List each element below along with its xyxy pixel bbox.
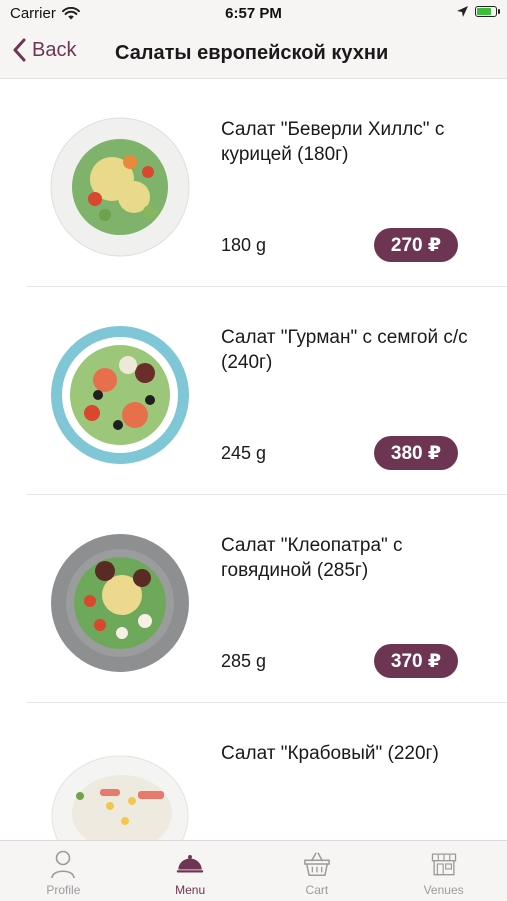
- person-icon: [51, 850, 76, 879]
- salad-image: [51, 326, 189, 464]
- list-item[interactable]: Салат "Гурман" с семгой с/с (240г) 245 g…: [0, 287, 507, 495]
- list-item[interactable]: Салат "Беверли Хиллс" с курицей (180г) 1…: [0, 79, 507, 287]
- item-name: Салат "Крабовый" (220г): [221, 743, 439, 764]
- product-list[interactable]: Салат "Беверли Хиллс" с курицей (180г) 1…: [0, 79, 507, 840]
- tab-label: Menu: [175, 883, 206, 897]
- item-name: Салат "Гурман" с семгой с/с (240г): [221, 327, 468, 373]
- battery-fill: [477, 8, 492, 15]
- page-title: Салаты европейской кухни: [115, 42, 389, 64]
- item-name: Салат "Клеопатра" с говядиной (285г): [221, 535, 403, 581]
- location-arrow-icon: [457, 6, 468, 17]
- tab-profile[interactable]: Profile: [0, 841, 127, 901]
- list-item[interactable]: Салат "Клеопатра" с говядиной (285г) 285…: [0, 495, 507, 703]
- salad-image: [51, 534, 189, 672]
- tab-label: Profile: [46, 883, 81, 897]
- battery-icon: [475, 6, 500, 17]
- chevron-left-icon: [13, 38, 26, 62]
- back-button[interactable]: Back: [12, 38, 76, 62]
- status-bar: Carrier 6:57 PM: [0, 0, 507, 28]
- status-right: [456, 5, 500, 18]
- item-weight: 245 g: [221, 443, 267, 463]
- price-button[interactable]: 380 ₽: [374, 436, 458, 470]
- salad-image: [51, 755, 189, 840]
- tab-cart[interactable]: Cart: [254, 841, 381, 901]
- tab-label: Venues: [423, 883, 464, 897]
- back-label: Back: [32, 38, 77, 61]
- tab-venues[interactable]: Venues: [380, 841, 507, 901]
- salad-image: [50, 117, 190, 257]
- status-time: 6:57 PM: [225, 5, 282, 22]
- item-name: Салат "Беверли Хиллс" с курицей (180г): [221, 119, 445, 165]
- tab-label: Cart: [305, 883, 329, 897]
- price-button[interactable]: 370 ₽: [374, 644, 458, 678]
- item-weight: 180 g: [221, 235, 267, 255]
- basket-icon: [303, 852, 330, 876]
- price-button[interactable]: 270 ₽: [374, 228, 458, 262]
- cloche-icon: [176, 855, 204, 873]
- storefront-icon: [431, 853, 456, 876]
- navigation-bar: Back Салаты европейской кухни: [0, 28, 507, 79]
- tab-menu[interactable]: Menu: [127, 841, 254, 901]
- list-item[interactable]: Салат "Крабовый" (220г): [0, 703, 507, 840]
- item-weight: 285 g: [221, 651, 267, 671]
- tab-bar: Profile Menu Cart Venues: [0, 840, 507, 901]
